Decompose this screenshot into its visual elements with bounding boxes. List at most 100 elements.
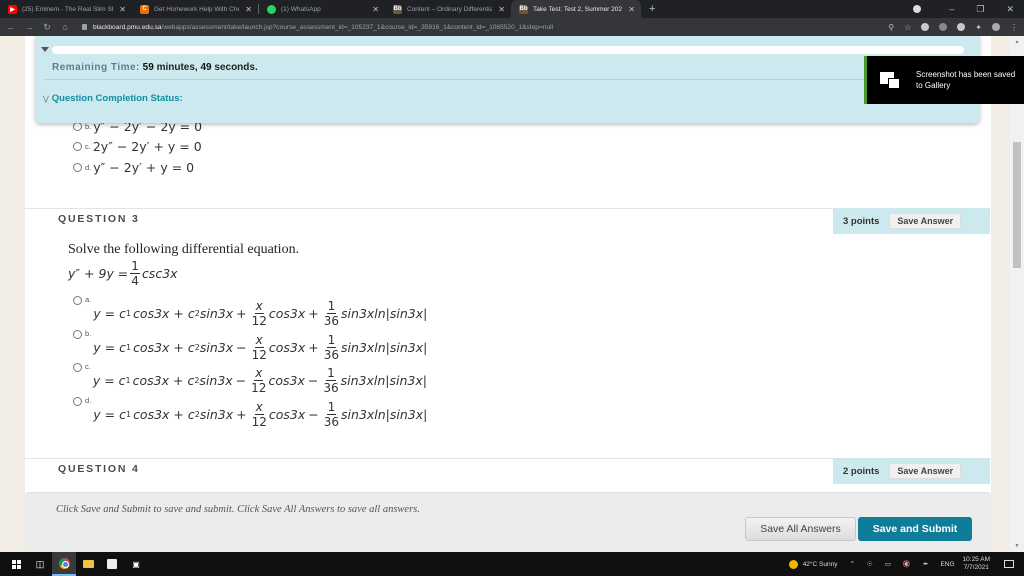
browser-tab-chegg[interactable]: C Get Homework Help With Chegg... ✕ — [132, 0, 258, 18]
forward-icon[interactable]: → — [20, 22, 38, 32]
fraction-numerator: x — [254, 400, 264, 415]
option-letter: b. — [85, 329, 92, 338]
save-and-submit-button[interactable]: Save and Submit — [858, 517, 972, 541]
language-indicator[interactable]: ENG — [940, 561, 954, 568]
tab-title: Content – Ordinary Differential E... — [407, 5, 493, 13]
fraction-denominator: 12 — [251, 415, 267, 429]
scroll-down-arrow-icon[interactable]: ▼ — [1010, 540, 1024, 552]
q3-option-b[interactable]: b. y = c 1 cos3x + c 2 sin3x − x 12 cos3x +1 36 sin3… — [73, 327, 427, 361]
screenshot-toast[interactable]: Screenshot has been saved to Gallery — [864, 56, 1024, 104]
option-letter: d. — [85, 396, 92, 405]
browser-tab-youtube[interactable]: ▶ (25) Eminem - The Real Slim Sha... ✕ — [0, 0, 132, 18]
pen-icon[interactable]: ✒ — [923, 560, 928, 568]
q3-option-c[interactable]: c. y = c 1 cos3x + c 2 sin3x − x 12 cos3x −1 36 sin3… — [73, 360, 427, 394]
app-taskbar-icon[interactable]: ▣ — [124, 552, 148, 576]
meet-now-icon[interactable]: ☉ — [867, 560, 873, 568]
formula-part: cos3x + c — [132, 373, 195, 388]
fraction: 1 36 — [323, 367, 338, 394]
formula-part: y = c — [93, 407, 126, 422]
fraction-numerator: 1 — [326, 366, 336, 381]
save-answer-button[interactable]: Save Answer — [889, 213, 962, 229]
q2-option-c[interactable]: c. 2y″ − 2y′ + y = 0 — [73, 139, 202, 154]
radio-button[interactable] — [73, 296, 82, 305]
maximize-icon[interactable]: ❐ — [976, 4, 984, 15]
fraction-denominator: 12 — [251, 314, 267, 328]
puzzle-extensions-icon[interactable]: ✦ — [975, 23, 982, 32]
extension-icon[interactable] — [957, 23, 966, 31]
radio-button[interactable] — [73, 142, 82, 151]
radio-button[interactable] — [73, 122, 82, 131]
save-all-answers-button[interactable]: Save All Answers — [745, 517, 856, 541]
fraction: x 12 — [252, 334, 267, 361]
close-tab-icon[interactable]: ✕ — [498, 5, 505, 14]
back-icon[interactable]: ← — [2, 22, 20, 32]
formula-part: cos3x — [268, 407, 306, 422]
sign: − — [307, 373, 319, 388]
home-icon[interactable]: ⌂ — [56, 22, 74, 32]
close-window-icon[interactable]: ✕ — [1006, 4, 1014, 15]
task-view-icon[interactable]: ◫ — [28, 552, 52, 576]
file-explorer-icon[interactable] — [76, 552, 100, 576]
network-icon[interactable]: ▭ — [885, 560, 891, 568]
fraction-denominator: 36 — [323, 314, 340, 328]
fraction-numerator: x — [254, 299, 264, 314]
close-tab-icon[interactable]: ✕ — [628, 5, 635, 14]
bookmark-star-icon[interactable]: ☆ — [904, 23, 911, 32]
menu-kebab-icon[interactable]: ⋮ — [1010, 23, 1018, 32]
chrome-taskbar-icon[interactable] — [52, 552, 76, 576]
q2-option-d[interactable]: d. y″ − 2y′ + y = 0 — [73, 160, 194, 175]
tab-title: (25) Eminem - The Real Slim Sha... — [22, 5, 113, 13]
scrollbar-thumb[interactable] — [1013, 142, 1021, 268]
window-controls: – ❐ ✕ — [913, 0, 1024, 18]
close-tab-icon[interactable]: ✕ — [245, 5, 252, 14]
minutes-unit: minutes, — [156, 62, 198, 73]
radio-button[interactable] — [73, 330, 82, 339]
tab-title: Get Homework Help With Chegg... — [154, 5, 239, 13]
option-text: y″ − 2y′ + y = 0 — [93, 160, 195, 175]
tray-expand-icon[interactable]: ⌃ — [849, 560, 854, 568]
close-tab-icon[interactable]: ✕ — [372, 5, 379, 14]
option-letter: b. — [85, 122, 92, 131]
volume-muted-icon[interactable]: 🔇 — [903, 560, 911, 568]
question-4-points-bar: 2 points Save Answer — [833, 458, 990, 484]
minimize-icon[interactable]: – — [949, 4, 954, 14]
browser-tab-content[interactable]: Bb Content – Ordinary Differential E... … — [385, 0, 511, 18]
radio-button[interactable] — [73, 163, 82, 172]
question-3-prompt: Solve the following differential equatio… — [68, 242, 300, 257]
collapse-triangle-icon[interactable] — [41, 47, 49, 52]
tab-title: (1) WhatsApp — [281, 5, 321, 13]
page-scrollbar[interactable]: ▲ ▼ — [1010, 36, 1024, 552]
weather-text[interactable]: 42°C Sunny — [803, 561, 838, 568]
system-tray: 42°C Sunny ⌃ ☉ ▭ 🔇 ✒ ENG 10:25 AM 7/7/20… — [788, 552, 1024, 576]
extension-icon[interactable] — [939, 23, 948, 31]
notification-center-icon[interactable] — [1004, 560, 1014, 568]
windows-start-icon[interactable] — [4, 552, 28, 576]
new-tab-button[interactable]: + — [649, 3, 655, 15]
sign: + — [308, 340, 319, 355]
profile-icon[interactable] — [913, 5, 922, 13]
option-letter: c. — [85, 142, 91, 151]
subscript: 1 — [125, 309, 132, 318]
fraction-denominator: 36 — [323, 381, 339, 395]
zoom-icon[interactable]: ⚲ — [888, 23, 894, 32]
reload-icon[interactable]: ↻ — [38, 22, 56, 33]
clock[interactable]: 10:25 AM 7/7/2021 — [963, 556, 990, 572]
q3-option-d[interactable]: d. y = c 1 cos3x + c 2 sin3x + x 12 cos3x −1 36 sin3… — [73, 394, 427, 428]
radio-button[interactable] — [73, 363, 82, 372]
fraction: 1 36 — [324, 334, 339, 361]
browser-tab-whatsapp[interactable]: (1) WhatsApp ✕ — [259, 0, 385, 18]
save-answer-button[interactable]: Save Answer — [889, 463, 962, 479]
scroll-up-arrow-icon[interactable]: ▲ — [1010, 36, 1024, 48]
store-icon[interactable] — [100, 552, 124, 576]
browser-tab-take-test[interactable]: Bb Take Test: Test 2, Summer 2021 –... ✕ — [511, 0, 641, 18]
q3-option-a[interactable]: a. y = c 1 cos3x + c 2 sin3x + x 12 cos3x +1 36 sin3… — [73, 293, 427, 327]
radio-button[interactable] — [73, 397, 82, 406]
extension-icon[interactable] — [921, 23, 930, 31]
seconds-unit: seconds. — [214, 62, 258, 73]
question-completion-status-toggle[interactable]: ⋁ Question Completion Status: — [43, 93, 183, 104]
url-field[interactable]: blackboard.pmu.edu.sa /webapps/assessmen… — [82, 20, 902, 34]
close-tab-icon[interactable]: ✕ — [119, 5, 126, 14]
profile-avatar-icon[interactable] — [992, 23, 1000, 31]
formula-part: sin3xln|sin3x| — [340, 373, 427, 388]
submit-hint: Click Save and Submit to save and submit… — [56, 504, 420, 515]
